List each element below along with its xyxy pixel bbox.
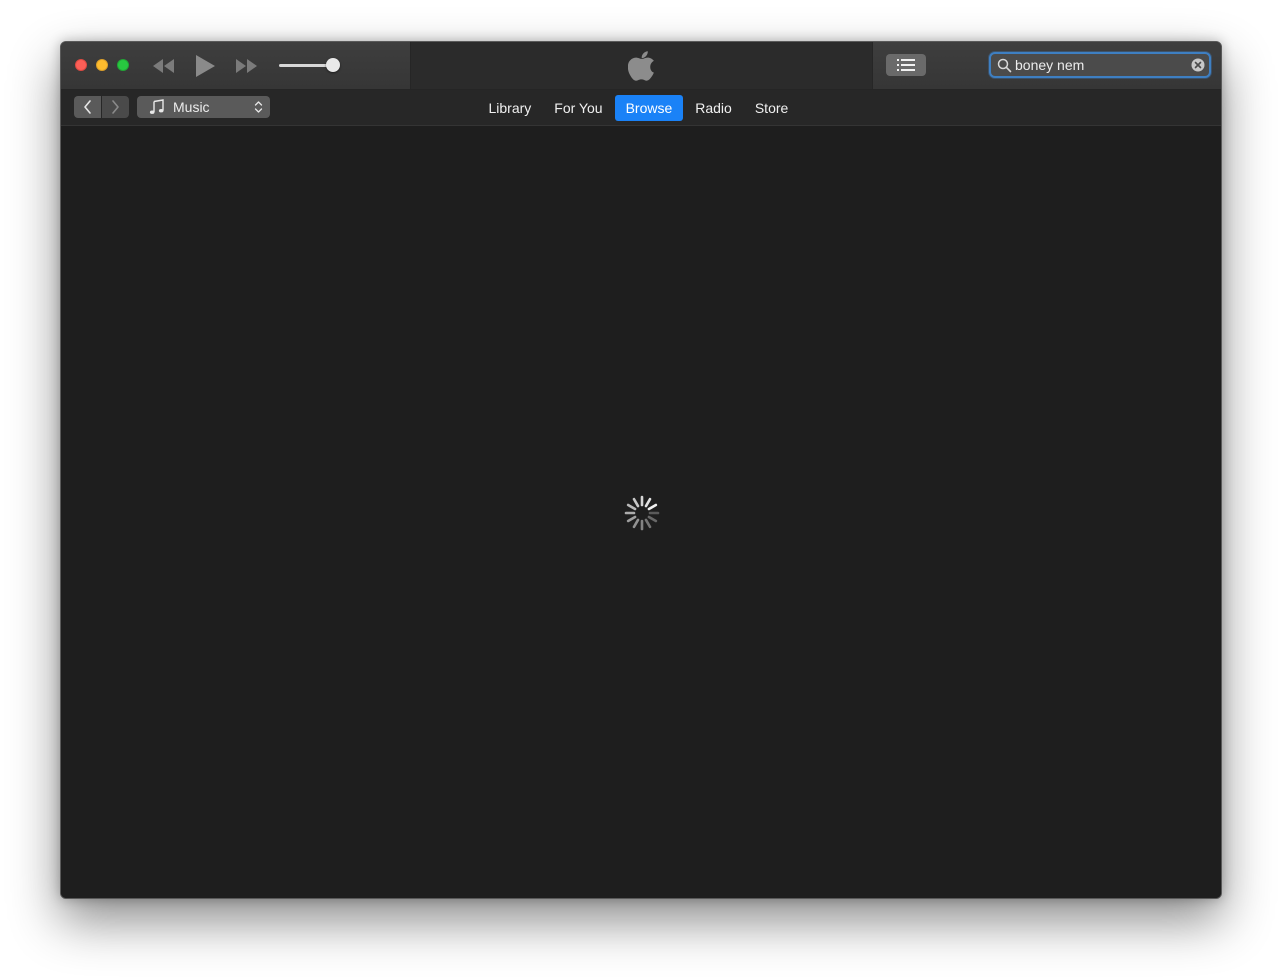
fast-forward-button[interactable] <box>231 53 261 79</box>
loading-spinner-icon <box>624 495 660 531</box>
tab-browse[interactable]: Browse <box>614 95 684 121</box>
volume-knob[interactable] <box>326 58 340 72</box>
rewind-icon <box>153 59 174 73</box>
search-icon <box>997 58 1012 73</box>
spinner-spoke <box>626 503 637 511</box>
forward-button[interactable] <box>102 96 129 118</box>
spinner-spoke <box>644 497 652 508</box>
up-next-list-button[interactable] <box>886 54 926 76</box>
rewind-button[interactable] <box>149 53 179 79</box>
music-note-icon <box>149 99 164 114</box>
section-tabs: Library For You Browse Radio Store <box>477 95 800 121</box>
search-field[interactable] <box>989 52 1211 78</box>
main-content <box>61 126 1221 898</box>
volume-slider[interactable] <box>279 58 343 74</box>
apple-logo-icon <box>627 51 654 81</box>
play-button[interactable] <box>191 53 219 79</box>
window-close-button[interactable] <box>75 59 87 71</box>
tab-for-you[interactable]: For You <box>543 95 613 121</box>
window-minimize-button[interactable] <box>96 59 108 71</box>
media-kind-label: Music <box>173 99 210 115</box>
spinner-spoke <box>644 518 652 529</box>
search-input[interactable] <box>1015 55 1185 75</box>
play-icon <box>196 55 215 77</box>
spinner-spoke <box>626 515 637 523</box>
up-down-chevron-icon <box>254 101 263 113</box>
back-button[interactable] <box>74 96 101 118</box>
itunes-window: Music Library For You Browse Radio Store <box>60 41 1222 899</box>
tab-radio[interactable]: Radio <box>684 95 743 121</box>
clear-icon[interactable] <box>1191 58 1205 72</box>
chevron-left-icon <box>84 100 91 114</box>
tab-store[interactable]: Store <box>744 95 799 121</box>
spinner-spoke <box>632 518 640 529</box>
fast-forward-icon <box>236 59 257 73</box>
media-kind-selector[interactable]: Music <box>137 96 270 118</box>
spinner-spoke <box>632 497 640 508</box>
title-bar <box>61 42 1221 90</box>
spinner-spoke <box>647 503 658 511</box>
tab-library[interactable]: Library <box>478 95 543 121</box>
chevron-right-icon <box>112 100 119 114</box>
now-playing-display[interactable] <box>410 42 873 89</box>
list-icon <box>897 59 915 71</box>
history-navigation <box>74 96 129 118</box>
window-zoom-button[interactable] <box>117 59 129 71</box>
navigation-bar: Music Library For You Browse Radio Store <box>61 90 1221 126</box>
spinner-spoke <box>647 515 658 523</box>
